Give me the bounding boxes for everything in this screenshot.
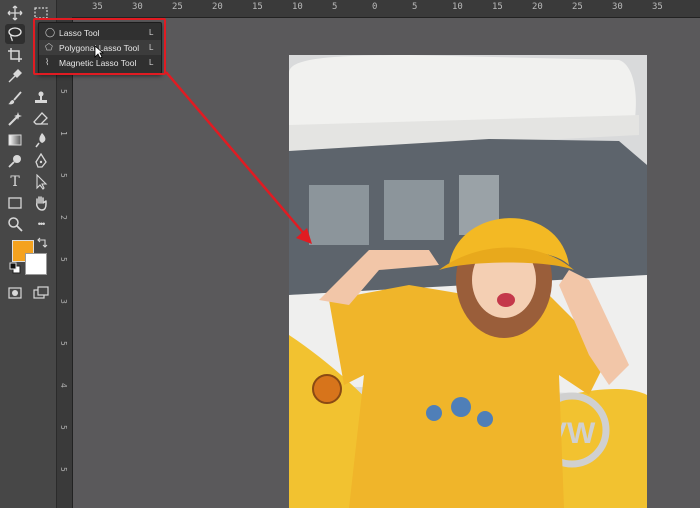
ruler-label: 30: [612, 2, 623, 12]
ellipsis-icon: •••: [37, 219, 46, 229]
default-colors-button[interactable]: [9, 262, 21, 274]
quick-mask[interactable]: [5, 283, 25, 303]
ruler-label: 5: [59, 257, 68, 262]
ruler-label: 10: [292, 2, 303, 12]
ruler-label: 20: [212, 2, 223, 12]
blur-tool[interactable]: [31, 130, 51, 150]
background-color-swatch[interactable]: [25, 253, 47, 275]
ruler-label: 0: [372, 2, 378, 12]
quick-mask-icon: [8, 287, 22, 299]
gradient-icon: [8, 134, 22, 146]
ruler-label: 20: [532, 2, 543, 12]
hand-icon: [36, 196, 47, 211]
top-ruler: 35 30 25 20 15 10 5 0 5 10 15 20 25 30 3…: [0, 0, 700, 18]
ruler-label: 3: [59, 299, 68, 304]
ruler-label: 25: [172, 2, 183, 12]
ruler-label: 2: [59, 215, 68, 220]
healing-icon: [8, 112, 22, 126]
ruler-label: 1: [59, 131, 68, 136]
blur-icon: [35, 133, 46, 148]
shape-tool[interactable]: [5, 193, 25, 213]
ruler-label: 5: [59, 341, 68, 346]
ruler-label: 5: [412, 2, 418, 12]
ruler-label: 35: [92, 2, 103, 12]
ruler-label: 4: [59, 383, 68, 388]
left-ruler: 0 5 1 5 2 5 3 5 4 5 5: [57, 17, 73, 508]
brush-tool[interactable]: [5, 88, 25, 108]
ruler-label: 5: [332, 2, 338, 12]
lasso-icon: [8, 27, 22, 42]
swap-colors-button[interactable]: [36, 237, 48, 249]
path-select-tool[interactable]: [31, 172, 51, 192]
eyedropper-icon: [8, 69, 22, 83]
type-tool[interactable]: T: [5, 172, 25, 192]
swap-arrow-icon: [37, 237, 48, 248]
pen-tool[interactable]: [31, 151, 51, 171]
rectangle-icon: [8, 197, 22, 209]
screen-mode[interactable]: [31, 283, 51, 303]
screen-mode-icon: [33, 286, 49, 299]
more-tools[interactable]: •••: [31, 214, 51, 234]
ruler-label: 10: [452, 2, 463, 12]
canvas-image[interactable]: VW: [289, 55, 647, 508]
ruler-label: 15: [252, 2, 263, 12]
hand-tool[interactable]: [31, 193, 51, 213]
path-select-icon: [36, 174, 48, 190]
pen-icon: [35, 153, 47, 168]
eraser-tool[interactable]: [31, 109, 51, 129]
move-tool[interactable]: [5, 3, 25, 23]
crop-tool[interactable]: [5, 45, 25, 65]
move-icon: [7, 5, 23, 21]
mouse-cursor-icon: [94, 45, 104, 59]
ruler-label: 25: [572, 2, 583, 12]
lasso-tool[interactable]: [5, 24, 25, 44]
zoom-tool[interactable]: [5, 214, 25, 234]
ruler-label: 35: [652, 2, 663, 12]
eyedropper-tool[interactable]: [5, 66, 25, 86]
ruler-label: 5: [59, 89, 68, 94]
ruler-label: 15: [492, 2, 503, 12]
default-colors-icon: [9, 262, 21, 274]
type-icon: T: [10, 174, 20, 190]
ruler-label: 5: [59, 467, 68, 472]
stamp-icon: [35, 91, 47, 103]
zoom-icon: [8, 217, 23, 232]
ruler-label: 5: [59, 173, 68, 178]
crop-icon: [8, 48, 22, 62]
brush-icon: [8, 91, 22, 105]
ruler-label: 30: [132, 2, 143, 12]
dodge-icon: [8, 155, 21, 168]
dodge-tool[interactable]: [5, 151, 25, 171]
eraser-icon: [33, 112, 48, 125]
tools-panel: T •••: [0, 0, 57, 508]
healing-tool[interactable]: [5, 109, 25, 129]
stamp-tool[interactable]: [31, 88, 51, 108]
gradient-tool[interactable]: [5, 130, 25, 150]
ruler-label: 5: [59, 425, 68, 430]
photo: VW: [289, 55, 647, 508]
